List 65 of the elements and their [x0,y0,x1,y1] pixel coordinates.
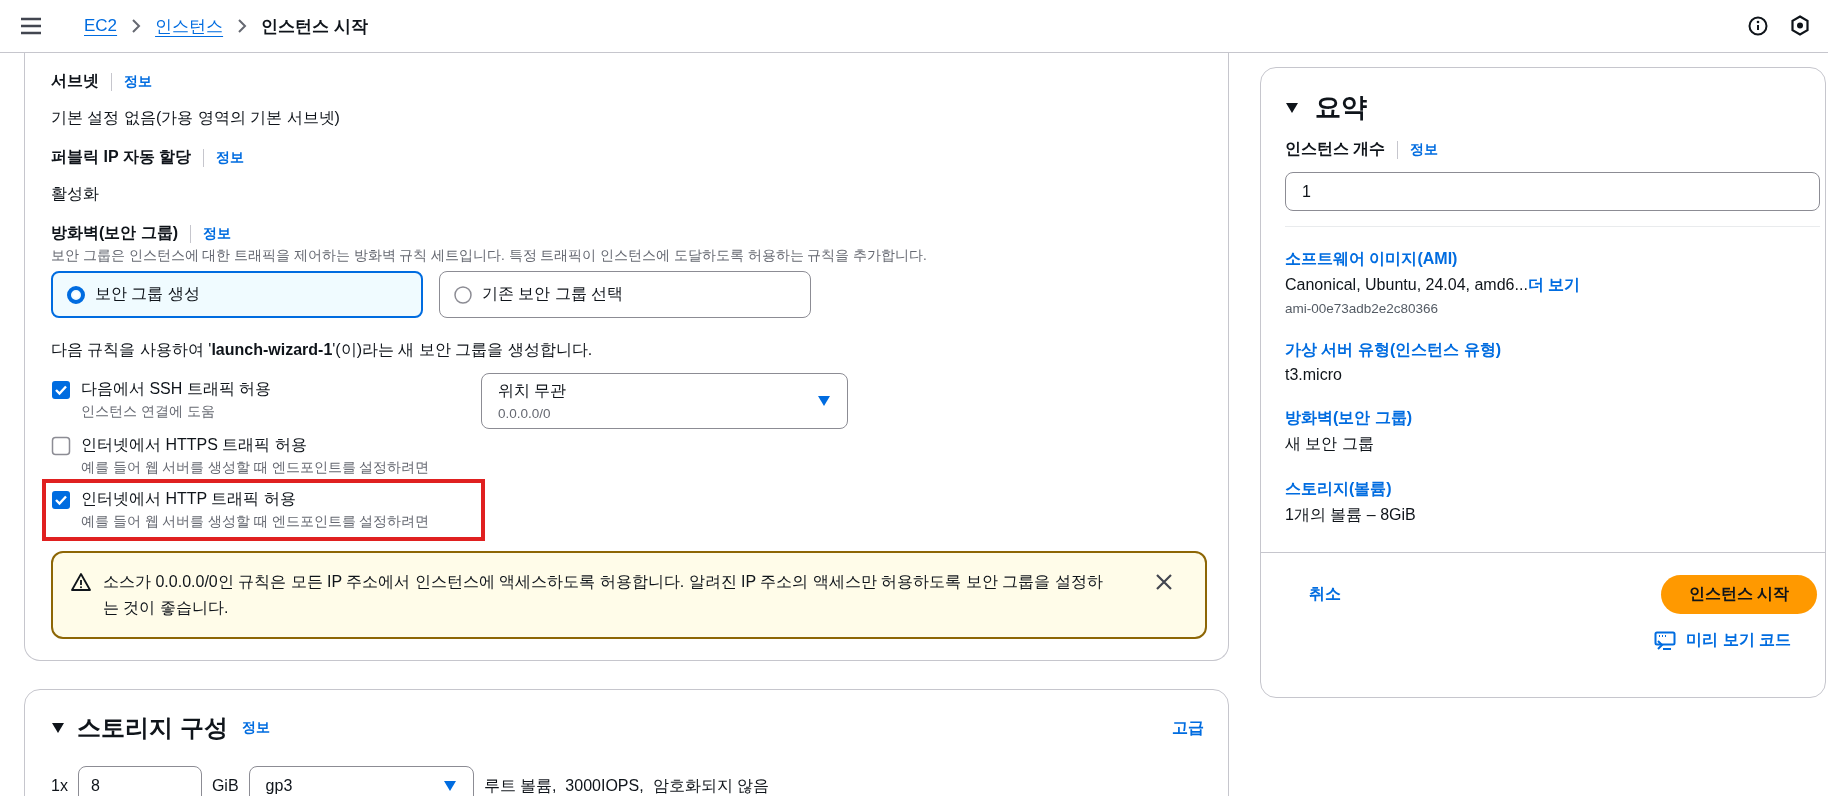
radio-option[interactable]: 기존 보안 그룹 선택 [439,271,811,318]
count-label: 1x [51,777,68,795]
volume-type-select[interactable]: gp3 [248,766,474,796]
checkbox[interactable] [51,436,71,456]
checkbox[interactable] [51,380,71,400]
summary-link[interactable]: 스토리지(볼륨) [1285,479,1825,500]
info-link[interactable]: 정보 [1410,140,1439,159]
source-select[interactable]: 위치 무관 0.0.0.0/0 [481,373,848,429]
breadcrumb-link[interactable]: 인스턴스 [155,14,224,38]
size-input[interactable]: 8 [77,766,202,796]
field-label: 인스턴스 개수 [1285,139,1386,159]
field-label: 방화벽(보안 그룹) [51,223,179,243]
info-link[interactable]: 정보 [241,719,270,737]
checkbox[interactable] [51,490,71,510]
warning-icon [71,572,91,592]
chevron-icon [237,19,248,33]
field-description: 보안 그룹은 인스턴스에 대한 트래픽을 제어하는 방화벽 규칙 세트입니다. 특정 트래픽이 인스턴스에 도달하도록 허용하는 규칙을 추가합니다. [51,247,928,265]
preview-code-button[interactable]: 미리 보기 코드 [1654,630,1791,651]
checkbox-label: 인터넷에서 HTTP 트래픽 허용 [81,489,297,509]
more-link[interactable]: 더 보기 [1527,276,1581,293]
summary-value: t3.micro [1285,366,1343,384]
field-value: 기본 설정 없음(가용 영역의 기본 서브넷) [51,108,341,128]
panel-title: 요약 [1315,91,1367,124]
hexagon-icon[interactable] [1790,15,1810,37]
count-input[interactable]: 1 [1285,172,1820,211]
summary-value: 새 보안 그룹 [1285,434,1375,454]
summary-link[interactable]: 방화벽(보안 그룹) [1285,408,1825,429]
breadcrumb-current: 인스턴스 시작 [261,15,368,38]
close-icon[interactable] [1155,573,1173,591]
summary-value: 1개의 볼륨 – 8GiB [1285,505,1417,525]
summary-value: Canonical, Ubuntu, 24.04, amd6...더 보기 [1285,275,1582,295]
field-value: 활성화 [51,184,100,204]
checkbox-label: 다음에서 SSH 트래픽 허용 [81,379,273,399]
advanced-link[interactable]: 고급 [1172,717,1204,739]
warning-text: 소스가 0.0.0.0/0인 규칙은 모든 IP 주소에서 인스턴스에 액세스하도록 허용합니다. 알려진 IP 주소의 액세스만 허용하도록 보안 그룹을 설정하는 것이 좋습니다. [103,572,1104,618]
summary-link[interactable]: 소프트웨어 이미지(AMI) [1285,249,1825,270]
radio-icon[interactable] [454,285,472,304]
info-link[interactable]: 정보 [124,72,152,91]
caret-icon [817,395,831,407]
hint-text: 예를 들어 웹 서버를 생성할 때 엔드포인트를 설정하려면 [81,513,431,531]
code-preview-icon [1654,630,1677,651]
collapse-caret-icon [51,722,65,734]
info-icon[interactable] [1748,16,1768,36]
info-link[interactable]: 정보 [203,224,232,243]
menu-icon[interactable] [20,17,42,35]
radio-option[interactable]: 보안 그룹 생성 [51,271,423,318]
collapse-caret-icon [1285,101,1299,114]
summary-link[interactable]: 가상 서버 유형(인스턴스 유형) [1285,340,1825,361]
hint-text: 인스턴스 연결에 도움 [81,403,216,421]
unit-label: GiB [211,777,239,795]
caret-icon [442,780,457,792]
ami-id: ami-00e73adb2e2c80366 [1285,301,1440,316]
cancel-button[interactable]: 취소 [1309,584,1341,605]
field-label: 퍼블릭 IP 자동 할당 [51,147,192,167]
volume-summary: 루트 볼륨, 3000IOPS, 암호화되지 않음 [483,775,769,796]
radio-icon[interactable] [67,285,85,304]
rule-sentence: 다음 규칙을 사용하여 'launch-wizard-1'(이)라는 새 보안 그룹을 생성합니다. [51,340,594,360]
hint-text: 예를 들어 웹 서버를 생성할 때 엔드포인트를 설정하려면 [81,459,431,477]
field-label: 서브넷 [51,71,99,91]
checkbox-label: 인터넷에서 HTTPS 트래픽 허용 [81,435,308,455]
section-title: 스토리지 구성 [77,713,228,743]
launch-button[interactable]: 인스턴스 시작 [1660,575,1817,614]
breadcrumb-link[interactable]: EC2 [84,16,118,36]
info-link[interactable]: 정보 [216,148,245,167]
chevron-icon [131,19,142,33]
